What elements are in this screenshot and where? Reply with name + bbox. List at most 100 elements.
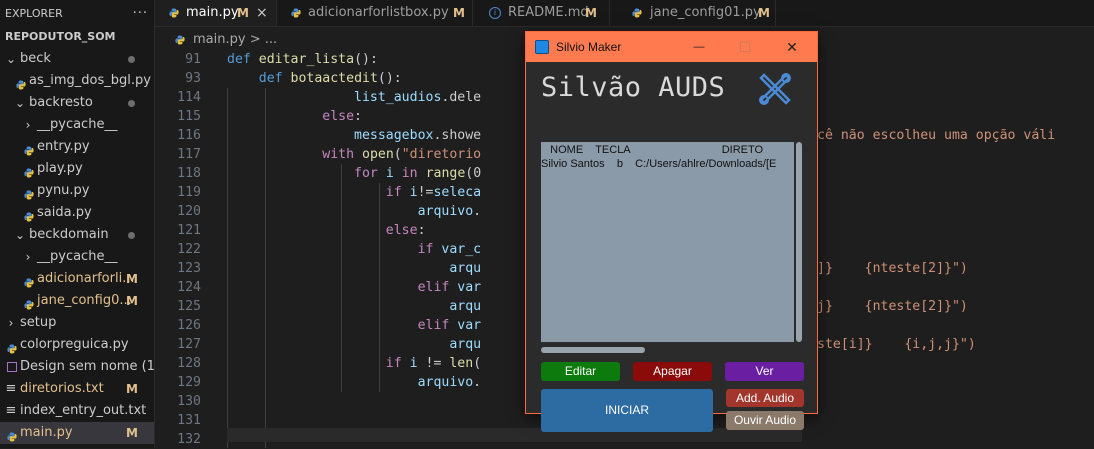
file-tree-item[interactable]: main.py M [0,422,154,444]
line-number: 91 [185,52,201,67]
explorer-sidebar: EXPLORER ··· REPODUTOR_SOM ⌄ beck as_img_d… [0,0,155,448]
modified-badge: M [758,6,770,20]
python-file-icon [7,428,17,442]
file-tree-item[interactable]: as_img_dos_bgl.py [0,70,154,92]
listbox-horizontal-scrollbar[interactable] [541,347,645,353]
tab-adicionarforlistbox-py[interactable]: adicionarforlistbox.py M [277,0,473,26]
line-number: 130 [177,394,201,409]
apagar-button[interactable]: Apagar [633,362,712,381]
python-file-icon [16,76,26,90]
file-tree-label: index_entry_out.txt [20,403,147,418]
project-root[interactable]: REPODUTOR_SOM [0,26,154,48]
file-tree-item[interactable]: ⌄ beckdomain [0,224,154,246]
file-tree-item[interactable]: pynu.py [0,180,154,202]
window-title: Silvio Maker [556,40,622,54]
code-line: messagebox.showe [354,128,482,143]
code-line: arquivo. [417,375,482,390]
line-number: 132 [177,432,201,447]
tab-main-py[interactable]: main.py M × [155,0,277,26]
line-number: 93 [185,71,201,86]
file-tree-label: backresto [29,95,93,110]
chevron-down-icon: ⌄ [5,52,17,66]
code-line: arqu [449,337,482,352]
chevron-down-icon: ⌄ [14,96,26,110]
line-number: 131 [177,413,201,428]
modified-badge: M [585,6,597,20]
file-tree-item[interactable]: › setup [0,312,154,334]
chevron-right-icon: › [8,316,14,330]
file-tree-label: colorpreguica.py [20,337,129,352]
line-number: 126 [177,318,201,333]
line-number: 118 [177,166,201,181]
modified-dot-icon [128,100,135,107]
file-tree-item[interactable]: › __pycache__ [0,246,154,268]
listbox-row[interactable]: Silvio Santos b C:/Users/ahlre/Downloads… [541,158,776,171]
line-number: 129 [177,375,201,390]
file-tree-item[interactable]: ⌄ backresto [0,92,154,114]
file-tree-label: __pycache__ [37,249,118,264]
audio-listbox[interactable]: NOME TECLA DIRETO Silvio Santos b C:/Use… [541,142,794,342]
python-file-icon [24,164,34,178]
close-tab-icon[interactable]: × [256,0,268,26]
file-tree-item[interactable]: ≡ index_entry_out.txt [0,400,154,422]
image-file-icon [7,362,17,372]
code-line: else: [385,223,426,238]
tab-label: main.py [186,5,239,20]
tab-label: README.md [508,5,589,20]
ouvir-audio-button[interactable]: Ouvir Audio [726,411,804,430]
editor-horizontal-scrollbar[interactable] [227,428,802,442]
chevron-right-icon: › [25,250,31,264]
code-line: arqu [449,261,482,276]
line-number: 123 [177,261,201,276]
file-tree-item[interactable]: saida.py [0,202,154,224]
minimize-button[interactable]: — [676,32,722,62]
python-file-icon [24,208,34,222]
python-file-icon [7,340,17,354]
code-line: def botaactedit(): [258,71,402,86]
text-file-icon: ≡ [5,403,17,418]
file-tree-item[interactable]: ⌄ beck [0,48,154,70]
listbox-vertical-scrollbar[interactable] [796,142,802,342]
modified-badge: M [126,294,138,308]
code-line: if i!=seleca [385,185,482,200]
file-tree-item[interactable]: jane_config0... M [0,290,154,312]
tab-label: jane_config01.py [650,5,761,20]
file-tree-item[interactable]: entry.py [0,136,154,158]
add-audio-button[interactable]: Add. Audio [726,389,804,407]
code-overflow-125: j} {nteste[2]}") [817,299,968,314]
ver-button[interactable]: Ver [725,362,804,381]
window-body: Silvão AUDS NOME TECLA DIRETO Silvio San… [526,62,817,432]
code-line: def editar_lista(): [227,52,378,67]
file-tree-item[interactable]: Design sem nome (10... [0,356,154,378]
line-number: 116 [177,128,201,143]
file-tree-label: diretorios.txt [20,381,104,396]
modified-badge: M [453,6,465,20]
file-tree-item[interactable]: adicionarforli... M [0,268,154,290]
listbox-header: NOME TECLA DIRETO [541,144,764,156]
tab-readme-md[interactable]: i README.md M [473,0,610,26]
file-tree-label: beck [20,51,51,66]
line-number: 114 [177,90,201,105]
file-tree-label: Design sem nome (10... [20,359,155,374]
iniciar-button[interactable]: INICIAR [541,389,713,432]
maximize-button: ☐ [738,39,752,55]
line-number: 121 [177,223,201,238]
line-number: 122 [177,242,201,257]
file-tree-item[interactable]: › __pycache__ [0,114,154,136]
file-tree-item[interactable]: play.py [0,158,154,180]
file-tree-label: jane_config0... [37,293,132,308]
close-window-button[interactable]: ✕ [769,32,815,62]
more-actions-icon[interactable]: ··· [133,6,148,21]
app-icon [535,40,549,54]
line-number: 125 [177,299,201,314]
window-titlebar[interactable]: Silvio Maker — ☐ ✕ [526,32,817,62]
code-line: for i in range(0 [354,166,482,181]
modified-badge: M [237,6,249,20]
editar-button[interactable]: Editar [541,362,620,381]
tab-jane-config01-py[interactable]: jane_config01.py M [610,0,776,26]
file-tree-item[interactable]: colorpreguica.py [0,334,154,356]
file-tree-label: pynu.py [37,183,90,198]
file-tree-item[interactable]: ≡ diretorios.txt M [0,378,154,400]
modified-dot-icon [128,232,135,239]
breadcrumb[interactable]: main.py > ... [155,30,277,50]
